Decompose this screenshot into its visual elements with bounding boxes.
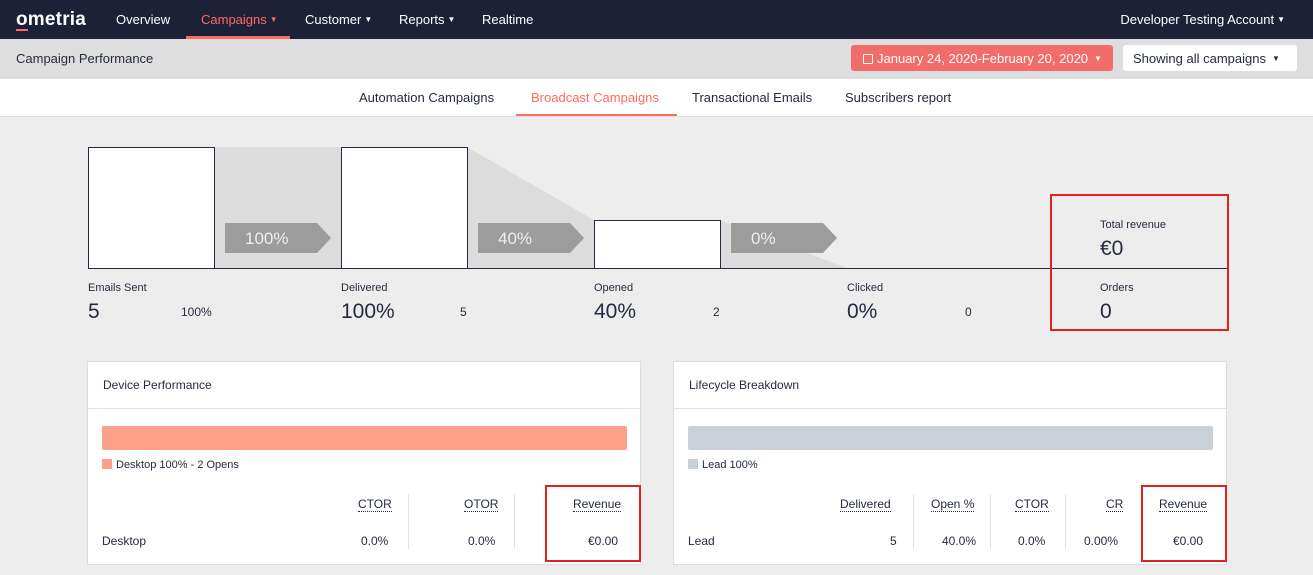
col-header-ctor[interactable]: CTOR bbox=[358, 497, 392, 512]
column-divider bbox=[408, 494, 409, 549]
device-legend: Desktop 100% - 2 Opens bbox=[102, 459, 239, 471]
nav-campaigns-label: Campaigns bbox=[201, 12, 267, 27]
stat-label: Opened bbox=[594, 282, 634, 294]
highlight-box bbox=[1141, 485, 1227, 562]
stat-label: Clicked bbox=[847, 282, 884, 294]
tab-active-indicator bbox=[516, 114, 677, 116]
date-range-label: January 24, 2020-February 20, 2020 bbox=[877, 51, 1089, 66]
tab-subscribers-report[interactable]: Subscribers report bbox=[845, 90, 951, 105]
funnel-bar-opened bbox=[594, 220, 721, 269]
campaign-filter-button[interactable]: Showing all campaigns ▼ bbox=[1123, 45, 1297, 71]
top-nav: ometria Overview Campaigns ▼ Customer ▼ Re… bbox=[0, 0, 1313, 39]
page-title: Campaign Performance bbox=[16, 51, 154, 66]
row-cr: 0.00% bbox=[1084, 534, 1119, 548]
nav-reports-label: Reports bbox=[399, 12, 445, 27]
row-delivered: 5 bbox=[890, 534, 897, 548]
chevron-down-icon: ▼ bbox=[1094, 54, 1102, 63]
row-open-rate: 40.0% bbox=[942, 534, 977, 548]
funnel-bar-sent bbox=[88, 147, 215, 269]
highlight-box bbox=[545, 485, 641, 562]
col-header-otor[interactable]: OTOR bbox=[464, 497, 499, 512]
lifecycle-legend: Lead 100% bbox=[688, 459, 758, 471]
nav-customer-label: Customer bbox=[305, 12, 362, 27]
column-divider bbox=[990, 494, 991, 549]
legend-swatch bbox=[102, 459, 112, 469]
chevron-down-icon: ▼ bbox=[364, 15, 373, 24]
stat-value: 0% bbox=[847, 300, 878, 323]
nav-customer[interactable]: Customer ▼ bbox=[305, 12, 372, 27]
account-name: Developer Testing Account bbox=[1120, 12, 1275, 27]
funnel-arrow: 40% bbox=[478, 223, 584, 253]
funnel-bar-delivered bbox=[341, 147, 468, 269]
chevron-down-icon: ▼ bbox=[269, 15, 278, 24]
stat-sub: 5 bbox=[460, 305, 467, 319]
logo-text: ometria bbox=[16, 9, 87, 30]
funnel-arrow: 0% bbox=[731, 223, 837, 253]
stat-sub: 100% bbox=[181, 305, 212, 319]
row-ctor: 0.0% bbox=[1018, 534, 1046, 548]
tab-bar: Automation Campaigns Broadcast Campaigns… bbox=[0, 79, 1313, 117]
row-name: Desktop bbox=[102, 534, 147, 548]
nav-overview-label: Overview bbox=[116, 12, 171, 27]
tab-transactional-emails[interactable]: Transactional Emails bbox=[692, 90, 812, 105]
col-header-delivered[interactable]: Delivered bbox=[840, 497, 891, 512]
logo-underline bbox=[16, 29, 28, 31]
device-performance-card: Device Performance Desktop 100% - 2 Open… bbox=[87, 361, 641, 565]
chevron-down-icon: ▼ bbox=[1277, 15, 1285, 24]
nav-realtime-label: Realtime bbox=[482, 12, 534, 27]
date-range-button[interactable]: January 24, 2020-February 20, 2020 ▼ bbox=[851, 45, 1113, 71]
chevron-down-icon: ▼ bbox=[447, 15, 456, 24]
card-title: Lifecycle Breakdown bbox=[674, 362, 1226, 409]
stat-value: 40% bbox=[594, 300, 637, 323]
funnel-arrow: 100% bbox=[225, 223, 331, 253]
funnel-rate: 0% bbox=[751, 229, 776, 248]
account-menu[interactable]: Developer Testing Account ▼ bbox=[1120, 12, 1285, 27]
nav-realtime[interactable]: Realtime bbox=[482, 12, 533, 27]
funnel-chart: 100% 40% 0% Emails Sent 5 100% Delivered… bbox=[0, 117, 1313, 357]
campaign-filter-label: Showing all campaigns bbox=[1133, 51, 1266, 66]
column-divider bbox=[913, 494, 914, 549]
stat-value: 100% bbox=[341, 300, 395, 323]
stat-label: Emails Sent bbox=[88, 282, 147, 294]
funnel-rate: 40% bbox=[498, 229, 533, 248]
stat-value: 5 bbox=[88, 300, 100, 323]
nav-reports[interactable]: Reports ▼ bbox=[399, 12, 455, 27]
highlight-box bbox=[1050, 194, 1229, 331]
device-bar bbox=[102, 426, 627, 450]
col-header-ctor[interactable]: CTOR bbox=[1015, 497, 1049, 512]
sub-header: Campaign Performance January 24, 2020-Fe… bbox=[0, 39, 1313, 79]
row-otor: 0.0% bbox=[468, 534, 496, 548]
stat-sub: 0 bbox=[965, 305, 972, 319]
legend-swatch bbox=[688, 459, 698, 469]
column-divider bbox=[514, 494, 515, 549]
stat-label: Delivered bbox=[341, 282, 388, 294]
tab-broadcast-campaigns[interactable]: Broadcast Campaigns bbox=[531, 90, 659, 105]
funnel-rate: 100% bbox=[245, 229, 289, 248]
column-divider bbox=[1065, 494, 1066, 549]
ometria-logo[interactable]: ometria bbox=[16, 9, 86, 31]
row-name: Lead bbox=[688, 534, 715, 548]
legend-label: Lead 100% bbox=[702, 459, 758, 471]
chevron-down-icon: ▼ bbox=[1271, 54, 1280, 63]
lifecycle-bar bbox=[688, 426, 1213, 450]
nav-campaigns[interactable]: Campaigns ▼ bbox=[201, 12, 278, 27]
calendar-icon bbox=[863, 54, 873, 64]
legend-label: Desktop 100% - 2 Opens bbox=[116, 459, 239, 471]
col-header-cr[interactable]: CR bbox=[1106, 497, 1124, 512]
col-header-open-rate[interactable]: Open % bbox=[931, 497, 975, 512]
nav-overview[interactable]: Overview bbox=[116, 12, 170, 27]
tab-automation-campaigns[interactable]: Automation Campaigns bbox=[359, 90, 494, 105]
lifecycle-breakdown-card: Lifecycle Breakdown Lead 100% Delivered … bbox=[673, 361, 1227, 565]
row-ctor: 0.0% bbox=[361, 534, 389, 548]
card-title: Device Performance bbox=[88, 362, 640, 409]
stat-sub: 2 bbox=[713, 305, 720, 319]
